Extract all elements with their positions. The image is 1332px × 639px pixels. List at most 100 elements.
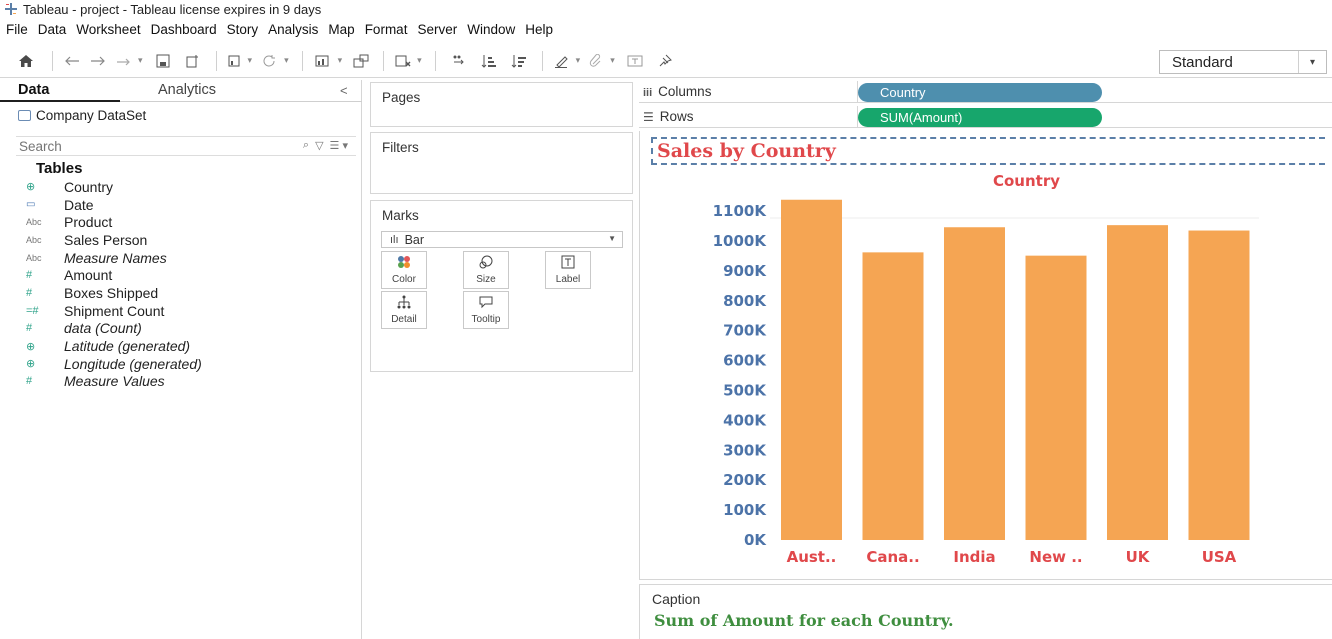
bar-aust[interactable] [781, 199, 842, 540]
show-me-chart-icon[interactable] [311, 48, 335, 74]
menu-analysis[interactable]: Analysis [264, 22, 324, 37]
datasource-item[interactable]: Company DataSet [18, 108, 146, 123]
x-tick-label: USA [1202, 548, 1237, 566]
sheet-title[interactable]: Sales by Country [651, 137, 1325, 165]
tab-data[interactable]: Data [18, 82, 49, 98]
search-icon[interactable]: ⌕ [303, 139, 309, 152]
mark-type-select[interactable]: ılı Bar ▼ [381, 231, 623, 248]
field-item-product[interactable]: Abc Product [24, 213, 202, 231]
size-mark-button[interactable]: Size [463, 251, 509, 289]
field-name: Product [64, 214, 113, 231]
chevron-down-icon[interactable]: ▾ [338, 55, 343, 66]
menu-dashboard[interactable]: Dashboard [147, 22, 223, 37]
field-item-latitude[interactable]: ⊕ Latitude (generated) [24, 337, 202, 355]
bar-uk[interactable] [1107, 225, 1168, 540]
detail-mark-button[interactable]: Detail [381, 291, 427, 329]
field-name: Shipment Count [64, 302, 165, 319]
swap-rows-columns-icon[interactable] [347, 48, 375, 74]
chevron-down-icon[interactable]: ▾ [138, 55, 143, 66]
highlight-pen-icon[interactable] [551, 48, 573, 74]
field-name: Measure Values [64, 373, 165, 390]
data-pane-tabs: Data Analytics < [0, 80, 362, 102]
menu-server[interactable]: Server [413, 22, 463, 37]
chevron-down-icon[interactable]: ▾ [284, 55, 289, 66]
new-worksheet-icon[interactable] [225, 48, 245, 74]
refresh-icon[interactable] [257, 48, 281, 74]
x-tick-label: Aust.. [787, 548, 837, 566]
menu-help[interactable]: Help [521, 22, 559, 37]
menu-worksheet[interactable]: Worksheet [72, 22, 146, 37]
field-name: Measure Names [64, 249, 167, 266]
sort-ascending-icon[interactable] [474, 48, 504, 74]
field-item-data-count[interactable]: # data (Count) [24, 320, 202, 338]
field-item-country[interactable]: ⊕ Country [24, 178, 202, 196]
x-tick-label: New .. [1029, 548, 1082, 566]
columns-pill-country[interactable]: Country [858, 83, 1102, 102]
bar-india[interactable] [944, 227, 1005, 540]
field-item-longitude[interactable]: ⊕ Longitude (generated) [24, 355, 202, 373]
label-mark-button[interactable]: Label [545, 251, 591, 289]
sort-descending-icon[interactable] [504, 48, 534, 74]
caption-text: Sum of Amount for each Country. [654, 611, 954, 630]
view-list-icon[interactable]: ☰ ▾ [330, 139, 348, 152]
menu-file[interactable]: File [2, 22, 34, 37]
caption-label: Caption [652, 591, 701, 607]
field-item-measure-names[interactable]: Abc Measure Names [24, 249, 202, 267]
menu-story[interactable]: Story [223, 22, 265, 37]
chevron-down-icon[interactable]: ▾ [610, 55, 615, 66]
field-item-boxes-shipped[interactable]: # Boxes Shipped [24, 284, 202, 302]
field-item-amount[interactable]: # Amount [24, 266, 202, 284]
bar-new[interactable] [1025, 255, 1087, 540]
string-abc-icon: Abc [26, 234, 42, 245]
fix-axes-pin-icon[interactable] [650, 48, 680, 74]
chevron-down-icon[interactable]: ▾ [248, 55, 253, 66]
menu-window[interactable]: Window [463, 22, 521, 37]
tables-heading: Tables [36, 160, 83, 177]
redo-arrow-icon[interactable] [83, 48, 113, 74]
y-tick-label: 700K [723, 322, 767, 340]
caption-box[interactable]: Caption Sum of Amount for each Country. [639, 584, 1332, 639]
field-item-sales-person[interactable]: Abc Sales Person [24, 231, 202, 249]
bar-cana[interactable] [862, 252, 924, 540]
chevron-down-icon[interactable]: ▾ [1298, 51, 1326, 73]
home-icon[interactable] [8, 48, 44, 74]
chevron-down-icon[interactable]: ▼ [608, 234, 616, 243]
rows-pill-sum-amount[interactable]: SUM(Amount) [858, 108, 1102, 127]
search-tools: ⌕ ▽ ☰ ▾ [303, 139, 348, 152]
new-datasource-icon[interactable] [178, 48, 208, 74]
geo-globe-icon: ⊕ [26, 181, 36, 194]
tooltip-mark-button[interactable]: Tooltip [463, 291, 509, 329]
filters-card[interactable]: Filters [370, 132, 633, 194]
string-abc-icon: Abc [26, 217, 42, 228]
pages-card[interactable]: Pages [370, 82, 633, 127]
y-tick-label: 800K [723, 292, 767, 310]
filter-funnel-icon[interactable]: ▽ [315, 139, 323, 152]
menu-data[interactable]: Data [34, 22, 73, 37]
field-item-shipment-count[interactable]: =# Shipment Count [24, 302, 202, 320]
label-text-icon [561, 255, 575, 271]
collapse-pane-icon[interactable]: < [340, 83, 348, 98]
replay-icon[interactable] [113, 48, 135, 74]
bar-chart: Country 0K 100K 200K 300K 400K 500K 600K 700K 800… [713, 172, 1259, 566]
clear-sheet-icon[interactable] [392, 48, 414, 74]
undo-arrow-icon[interactable] [61, 48, 83, 74]
menu-map[interactable]: Map [324, 22, 360, 37]
field-name: Country [64, 178, 114, 195]
field-item-measure-values[interactable]: # Measure Values [24, 373, 202, 391]
field-search-input[interactable] [16, 138, 216, 154]
color-label: Color [392, 274, 416, 285]
field-item-date[interactable]: ▭ Date [24, 196, 202, 214]
swap-axes-icon[interactable] [444, 48, 474, 74]
group-paperclip-icon[interactable] [585, 48, 607, 74]
show-mark-labels-icon[interactable] [620, 48, 650, 74]
color-mark-button[interactable]: Color [381, 251, 427, 289]
menu-format[interactable]: Format [361, 22, 414, 37]
save-icon[interactable] [148, 48, 178, 74]
chevron-down-icon[interactable]: ▾ [417, 55, 422, 66]
tab-analytics[interactable]: Analytics [158, 82, 216, 98]
bar-usa[interactable] [1188, 230, 1250, 540]
x-tick-label: India [953, 548, 995, 566]
chevron-down-icon[interactable]: ▾ [576, 55, 581, 66]
view-size-select[interactable]: Standard ▾ [1159, 50, 1327, 74]
string-abc-icon: Abc [26, 252, 42, 263]
